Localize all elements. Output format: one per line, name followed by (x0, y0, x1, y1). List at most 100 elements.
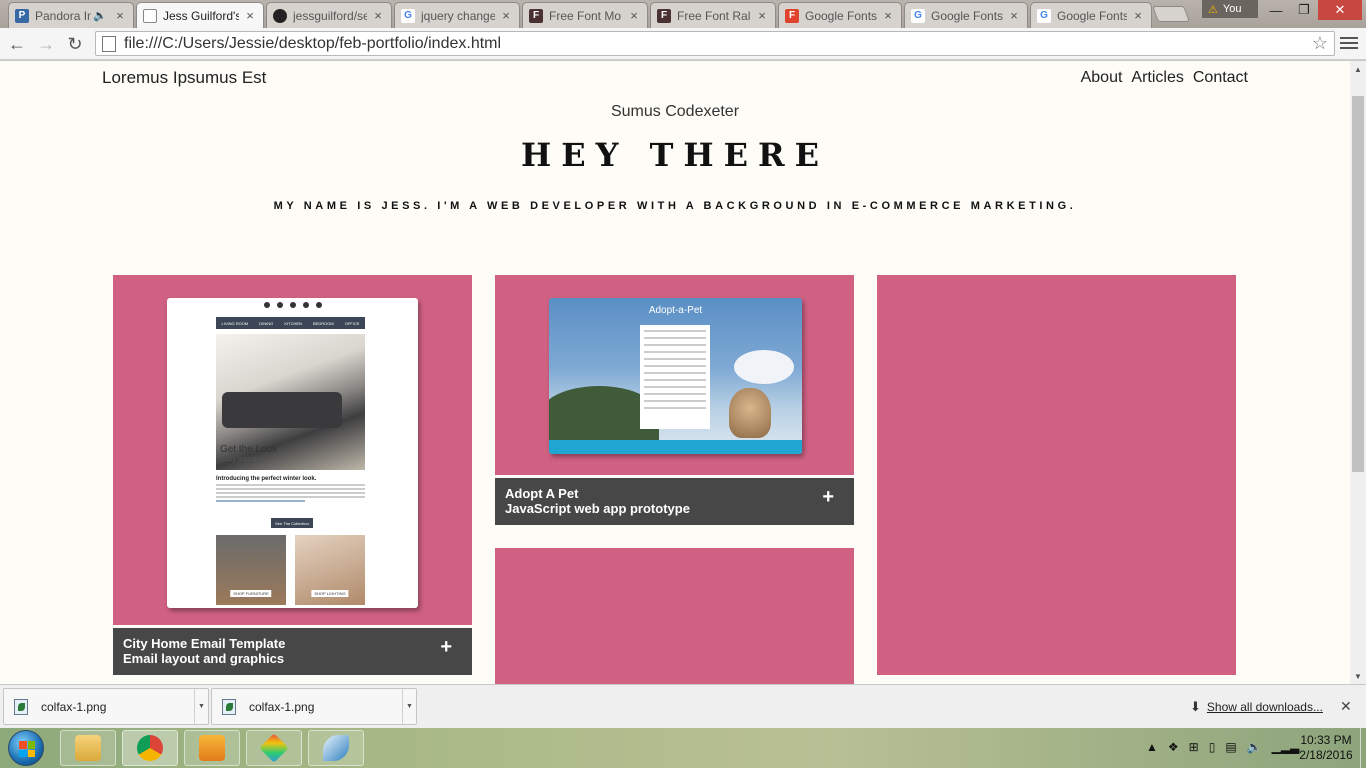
tab-portfolio[interactable]: Jess Guilford's × (136, 2, 264, 28)
tab-title: jessguilford/se (293, 8, 367, 23)
tab-github[interactable]: jessguilford/se × (266, 2, 392, 28)
site-brand[interactable]: Loremus Ipsumus Est (102, 68, 266, 88)
page-scrollbar[interactable]: ▲ ▼ (1350, 61, 1366, 684)
battery-icon[interactable]: ▯ (1209, 740, 1216, 754)
dropbox-icon[interactable]: ❖ (1168, 740, 1179, 754)
image-file-icon (14, 698, 28, 715)
close-icon[interactable]: × (499, 8, 513, 23)
warning-icon: ⚠ (1208, 3, 1218, 16)
windows-tray-icon[interactable]: ⊞ (1189, 740, 1199, 754)
close-icon[interactable]: × (881, 8, 895, 23)
start-button[interactable] (8, 730, 44, 766)
social-icons (167, 302, 418, 308)
taskbar-clock[interactable]: 10:33 PM 2/18/2016 (1296, 733, 1356, 763)
taskbar-feather[interactable] (308, 730, 364, 766)
close-icon[interactable]: × (1131, 8, 1145, 23)
email-hero-photo: Get the Look Cozy Industrial (216, 334, 365, 470)
download-filename: colfax-1.png (41, 699, 107, 714)
email-cta: See The Collection (271, 518, 313, 528)
tab-google-fonts-3[interactable]: G Google Fonts × (1030, 2, 1152, 28)
tab-google-search[interactable]: G jquery change × (394, 2, 520, 28)
address-input[interactable] (124, 34, 1312, 53)
tab-fontsquirrel-1[interactable]: F Free Font Mo × (522, 2, 648, 28)
volume-icon[interactable]: 🔈 (1247, 740, 1262, 754)
download-filename: colfax-1.png (249, 699, 315, 714)
hero-heading: HEY THERE (520, 136, 830, 174)
email-product-furniture: SHOP FURNITURE (216, 535, 286, 605)
nav-contact[interactable]: Contact (1193, 69, 1248, 87)
fontsquirrel-icon: F (657, 8, 671, 23)
card-title: City Home Email Template (123, 636, 286, 651)
minimize-button[interactable]: — (1262, 0, 1290, 20)
chevron-down-icon[interactable]: ▼ (194, 689, 208, 724)
project-card-placeholder[interactable] (877, 275, 1236, 675)
email-nav: LIVING ROOM DINING KITCHEN BEDROOM OFFIC… (216, 317, 365, 329)
speaker-icon[interactable]: 🔈 (93, 9, 107, 22)
hero-tagline: My name is Jess. I'm a web developer wit… (273, 200, 1077, 212)
tab-google-fonts-1[interactable]: F Google Fonts × (778, 2, 902, 28)
new-tab-button[interactable] (1152, 6, 1190, 22)
card-title: Adopt A Pet (505, 486, 579, 501)
scroll-up-icon[interactable]: ▲ (1350, 61, 1366, 77)
page-viewport: Loremus Ipsumus Est About Articles Conta… (0, 61, 1350, 684)
project-card-email[interactable]: LIVING ROOM DINING KITCHEN BEDROOM OFFIC… (113, 275, 472, 675)
tab-fontsquirrel-2[interactable]: F Free Font Ral × (650, 2, 776, 28)
outlook-icon (199, 735, 225, 761)
chevron-up-icon[interactable]: ▲ (1146, 740, 1158, 754)
tab-title: Free Font Mo (549, 8, 622, 23)
close-icon[interactable]: ✕ (1340, 698, 1352, 715)
tab-pandora[interactable]: P Pandora In 🔈 × (8, 2, 134, 28)
clock-time: 10:33 PM (1300, 733, 1352, 747)
scroll-down-icon[interactable]: ▼ (1350, 668, 1366, 684)
restore-button[interactable]: ❐ (1290, 0, 1318, 20)
reload-button[interactable]: ↻ (63, 32, 87, 56)
close-icon[interactable]: × (113, 8, 127, 23)
close-icon[interactable]: × (243, 8, 257, 23)
close-icon[interactable]: × (1007, 8, 1021, 23)
tab-google-fonts-2[interactable]: G Google Fonts × (904, 2, 1028, 28)
project-card-adopt-pet[interactable]: Adopt-a-Pet Adopt A Pet JavaScript web a… (495, 275, 854, 525)
show-all-downloads-link[interactable]: ⬇ Show all downloads... (1190, 699, 1323, 715)
site-subtitle: Sumus Codexeter (610, 103, 740, 120)
network-icon[interactable]: ▤ (1225, 740, 1236, 754)
taskbar-outlook[interactable] (184, 730, 240, 766)
tab-title: Google Fonts (931, 8, 1003, 23)
close-icon[interactable]: × (755, 8, 769, 23)
profile-button[interactable]: ⚠ You (1202, 0, 1258, 18)
browser-toolbar: ← → ↻ ☆ (0, 28, 1366, 60)
email-heading: Get the Look (220, 444, 278, 455)
taskbar-explorer[interactable] (60, 730, 116, 766)
tab-strip: P Pandora In 🔈 × Jess Guilford's × jessg… (0, 0, 1366, 28)
nav-articles[interactable]: Articles (1131, 69, 1183, 87)
windows-taskbar: ▲ ❖ ⊞ ▯ ▤ 🔈 ▁▂▃ 10:33 PM 2/18/2016 (0, 728, 1366, 768)
show-desktop-button[interactable] (1360, 728, 1366, 768)
project-card-placeholder-2[interactable] (495, 548, 854, 684)
nav-about[interactable]: About (1081, 69, 1123, 87)
google-icon: G (1037, 8, 1051, 23)
plus-icon[interactable]: + (822, 487, 834, 507)
download-item[interactable]: colfax-1.png ▼ (211, 688, 417, 725)
download-item[interactable]: colfax-1.png ▼ (3, 688, 209, 725)
taskbar-chrome[interactable] (122, 730, 178, 766)
system-tray: ▲ ❖ ⊞ ▯ ▤ 🔈 ▁▂▃ (1146, 740, 1299, 754)
card-caption[interactable]: City Home Email Template Email layout an… (113, 628, 472, 675)
app-icon (259, 733, 289, 763)
close-icon[interactable]: × (627, 8, 641, 23)
chevron-down-icon[interactable]: ▼ (402, 689, 416, 724)
card-caption[interactable]: Adopt A Pet JavaScript web app prototype… (495, 478, 854, 525)
forward-button[interactable]: → (34, 32, 58, 56)
address-bar[interactable]: ☆ (95, 31, 1335, 56)
google-icon: G (401, 8, 415, 23)
taskbar-app[interactable] (246, 730, 302, 766)
back-button[interactable]: ← (5, 32, 29, 56)
tab-title: Google Fonts (1057, 8, 1127, 23)
close-window-button[interactable]: ✕ (1318, 0, 1362, 20)
fontsquirrel-icon: F (529, 8, 543, 23)
tab-title: jquery change (421, 8, 495, 23)
menu-icon[interactable] (1340, 34, 1358, 52)
close-icon[interactable]: × (371, 8, 385, 23)
scroll-thumb[interactable] (1352, 96, 1364, 472)
bookmark-star-icon[interactable]: ☆ (1312, 33, 1328, 54)
plus-icon[interactable]: + (440, 637, 452, 657)
chrome-icon (137, 735, 163, 761)
